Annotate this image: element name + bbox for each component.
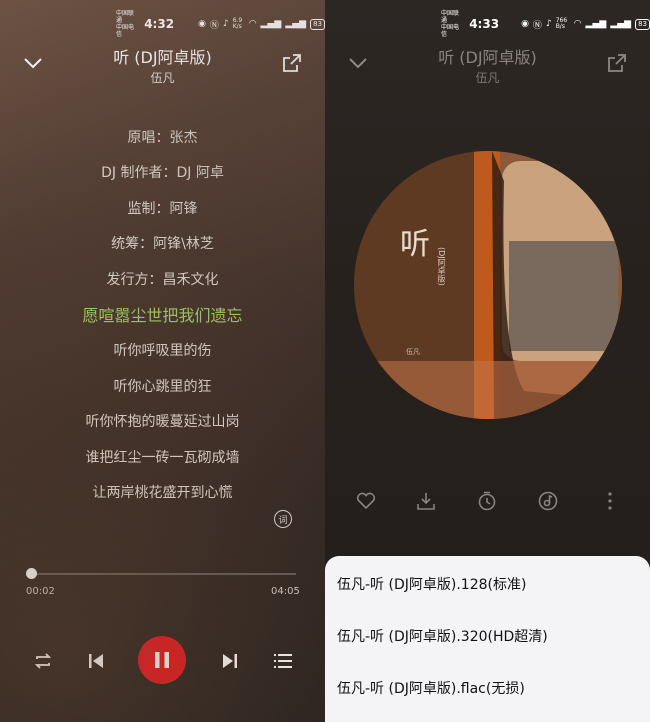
eye-icon: ◉ (198, 19, 206, 29)
battery-icon: 83 (635, 18, 650, 30)
quality-options-sheet: 伍凡-听 (DJ阿卓版).128(标准) 伍凡-听 (DJ阿卓版).320(HD… (325, 556, 650, 722)
quality-option-hd[interactable]: 伍凡-听 (DJ阿卓版).320(HD超清) (337, 626, 548, 646)
progress-knob[interactable] (26, 568, 37, 579)
lyric-line[interactable]: 听你呼吸里的伤 (0, 340, 325, 360)
lyric-line[interactable]: 发行方：昌禾文化 (0, 269, 325, 289)
eye-icon: ◉ (521, 19, 529, 29)
album-art-disc[interactable]: 听 (DJ阿卓版) 伍凡 (354, 151, 622, 419)
wifi-icon: ◠ (573, 19, 582, 29)
lyric-line[interactable]: DJ 制作者：DJ 阿卓 (0, 162, 325, 182)
lyric-translate-icon[interactable]: 词 (274, 510, 292, 528)
signal-icon: ▂▄▆ (260, 19, 282, 29)
pause-button[interactable] (138, 636, 186, 684)
carrier-names: 中国联通 中国电信 (116, 10, 138, 38)
previous-icon[interactable] (83, 648, 109, 674)
share-icon[interactable] (279, 50, 305, 76)
lyric-line[interactable]: 谁把红尘一砖一瓦砌成墙 (0, 447, 325, 467)
current-time: 00:02 (26, 586, 55, 597)
playlist-icon[interactable] (270, 648, 296, 674)
song-title: 听 (DJ阿卓版) (113, 48, 212, 67)
sleep-timer-icon[interactable] (474, 488, 500, 514)
wifi-icon: ◠ (248, 19, 257, 29)
pause-icon (155, 652, 169, 668)
artist-name[interactable]: 伍凡 (325, 69, 650, 86)
repeat-icon[interactable] (30, 648, 56, 674)
sound-icon: ♪ (545, 19, 552, 29)
lyric-line[interactable]: 听你怀抱的暖蔓延过山岗 (0, 411, 325, 431)
carrier-2: 中国电信 (116, 24, 135, 38)
carrier-names: 中国联通 中国电信 (441, 10, 463, 38)
song-title: 听 (DJ阿卓版) (438, 48, 537, 67)
battery-icon: 83 (310, 18, 325, 30)
next-icon[interactable] (217, 648, 243, 674)
download-icon[interactable] (413, 488, 439, 514)
lyric-line[interactable]: 让两岸桃花盛开到心慌 (0, 482, 325, 502)
net-speed: 766 B/s (555, 17, 568, 30)
clock: 4:32 (144, 17, 175, 31)
signal-2-icon: ▂▄▆ (610, 19, 632, 29)
lyric-line[interactable]: 原唱：张杰 (0, 127, 325, 147)
favorite-heart-icon[interactable] (353, 488, 379, 514)
album-art-title: 听 (400, 227, 430, 262)
sound-effect-icon[interactable] (535, 488, 561, 514)
total-time: 04:05 (271, 586, 300, 597)
status-bar: 中国联通 中国电信 4:32 ◉ Ⓝ ♪ 6.9 K/s ◠ ▂▄▆ ▂▄▆ 8… (116, 10, 325, 38)
carrier-1: 中国联通 (441, 10, 460, 24)
lyric-line[interactable]: 监制：阿锋 (0, 198, 325, 218)
carrier-2: 中国电信 (441, 24, 460, 38)
nfc-icon: Ⓝ (209, 20, 219, 31)
more-options-icon[interactable] (597, 488, 623, 514)
carrier-1: 中国联通 (116, 10, 135, 24)
progress-bar[interactable] (30, 573, 296, 575)
lyric-line[interactable]: 统筹：阿锋\林芝 (0, 233, 325, 253)
artist-name[interactable]: 伍凡 (0, 69, 325, 86)
album-art-subtitle: (DJ阿卓版) (437, 247, 446, 286)
signal-2-icon: ▂▄▆ (285, 19, 307, 29)
lyric-translate-label: 词 (278, 515, 288, 526)
quality-option-standard[interactable]: 伍凡-听 (DJ阿卓版).128(标准) (337, 574, 526, 594)
player-lyrics-screen: 中国联通 中国电信 4:32 ◉ Ⓝ ♪ 6.9 K/s ◠ ▂▄▆ ▂▄▆ 8… (0, 0, 325, 722)
share-icon[interactable] (604, 50, 630, 76)
nfc-icon: Ⓝ (532, 20, 542, 31)
lyric-line[interactable]: 听你心跳里的狂 (0, 376, 325, 396)
quality-option-lossless[interactable]: 伍凡-听 (DJ阿卓版).flac(无损) (337, 678, 525, 698)
album-art-credit: 伍凡 (406, 348, 420, 356)
clock: 4:33 (469, 17, 500, 31)
status-icons: ◉ Ⓝ ♪ 6.9 K/s ◠ ▂▄▆ ▂▄▆ 83 (198, 18, 325, 31)
sound-icon: ♪ (222, 19, 229, 29)
status-bar: 中国联通 中国电信 4:33 ◉ Ⓝ ♪ 766 B/s ◠ ▂▄▆ ▂▄▆ 8… (441, 10, 650, 38)
status-icons: ◉ Ⓝ ♪ 766 B/s ◠ ▂▄▆ ▂▄▆ 83 (521, 18, 650, 31)
net-speed: 6.9 K/s (232, 17, 243, 30)
signal-icon: ▂▄▆ (585, 19, 607, 29)
lyric-line-current[interactable]: 愿喧嚣尘世把我们遗忘 (0, 302, 325, 326)
